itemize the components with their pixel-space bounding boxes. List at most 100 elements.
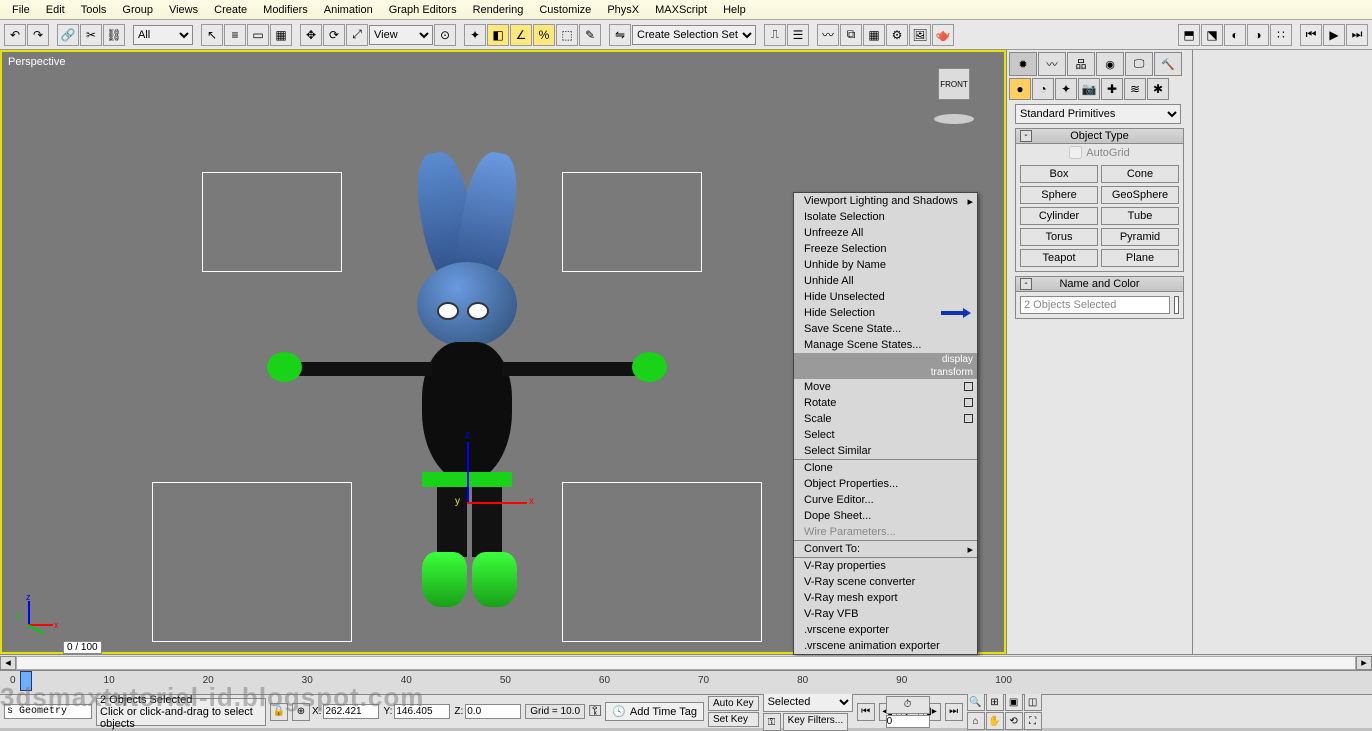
key-icon2[interactable]: ⚿ xyxy=(763,713,781,731)
link-icon[interactable]: 🔗 xyxy=(57,24,79,46)
orbit-icon[interactable]: ⟲ xyxy=(1005,712,1023,730)
menu-physx[interactable]: PhysX xyxy=(599,2,647,18)
ctx-vray-properties[interactable]: V-Ray properties xyxy=(794,558,977,574)
ctx-vray-vfb[interactable]: V-Ray VFB xyxy=(794,606,977,622)
create-category-dropdown[interactable]: Standard Primitives xyxy=(1015,104,1181,124)
menu-help[interactable]: Help xyxy=(715,2,754,18)
tab-modify[interactable]: 〰 xyxy=(1038,52,1066,76)
create-torus-button[interactable]: Torus xyxy=(1020,228,1098,246)
menu-group[interactable]: Group xyxy=(114,2,161,18)
sub-lights-icon[interactable]: ✦ xyxy=(1055,78,1077,100)
play-icon[interactable]: ▶ xyxy=(1323,24,1345,46)
ctx-hide-unselected[interactable]: Hide Unselected xyxy=(794,289,977,305)
move-icon[interactable]: ✥ xyxy=(300,24,322,46)
menu-rendering[interactable]: Rendering xyxy=(465,2,532,18)
ctx-unhide-all[interactable]: Unhide All xyxy=(794,273,977,289)
create-cone-button[interactable]: Cone xyxy=(1101,165,1179,183)
snap-toggle-icon[interactable]: ◧ xyxy=(487,24,509,46)
ctx-curve-editor[interactable]: Curve Editor... xyxy=(794,492,977,508)
create-box-button[interactable]: Box xyxy=(1020,165,1098,183)
tool2-icon[interactable]: ◑ xyxy=(1247,24,1269,46)
reactor-icon[interactable]: ⬒ xyxy=(1178,24,1200,46)
selection-filter-dropdown[interactable]: All xyxy=(133,25,193,45)
ctx-vray-mesh-export[interactable]: V-Ray mesh export xyxy=(794,590,977,606)
window-crossing-icon[interactable]: ▦ xyxy=(270,24,292,46)
spinner-snap-icon[interactable]: ⬚ xyxy=(556,24,578,46)
setkey-button[interactable]: Set Key xyxy=(708,712,759,727)
ctx-vrscene-exporter[interactable]: .vrscene exporter xyxy=(794,622,977,638)
select-name-icon[interactable]: ≡ xyxy=(224,24,246,46)
key-icon[interactable]: ⚿ xyxy=(589,703,601,721)
layers-icon[interactable]: ☰ xyxy=(787,24,809,46)
character-mesh[interactable]: xzy xyxy=(302,152,682,632)
coord-y-input[interactable] xyxy=(394,704,450,719)
menu-maxscript[interactable]: MAXScript xyxy=(647,2,715,18)
sub-helpers-icon[interactable]: ✚ xyxy=(1101,78,1123,100)
ctx-rotate[interactable]: Rotate xyxy=(794,395,977,411)
add-time-tag-button[interactable]: 🕓Add Time Tag xyxy=(605,702,704,721)
scroll-right-icon[interactable]: ▸ xyxy=(1356,656,1372,670)
material-editor-icon[interactable]: ▦ xyxy=(863,24,885,46)
key-mode-dropdown[interactable]: Selected xyxy=(763,692,853,712)
rollup-toggle[interactable]: - xyxy=(1020,278,1032,290)
goto-start-icon[interactable]: ⏮ xyxy=(857,703,875,721)
current-frame-input[interactable] xyxy=(886,715,930,728)
maximize-viewport-icon[interactable]: ⛶ xyxy=(1024,712,1042,730)
object-name-input[interactable] xyxy=(1020,296,1170,314)
rendered-frame-icon[interactable]: 🖼 xyxy=(909,24,931,46)
menu-grapheditors[interactable]: Graph Editors xyxy=(381,2,465,18)
ctx-select-similar[interactable]: Select Similar xyxy=(794,443,977,459)
mirror-icon[interactable]: ⇋ xyxy=(609,24,631,46)
create-tube-button[interactable]: Tube xyxy=(1101,207,1179,225)
maxscript-listener-input[interactable] xyxy=(4,704,92,719)
time-slider[interactable]: 01020 304050 607080 90100 xyxy=(0,670,1372,694)
viewport-perspective[interactable]: Perspective FRONT xzy z x xyxy=(0,50,1006,654)
zoom-extents-all-icon[interactable]: ◫ xyxy=(1024,693,1042,711)
menu-modifiers[interactable]: Modifiers xyxy=(255,2,316,18)
ctx-object-properties[interactable]: Object Properties... xyxy=(794,476,977,492)
keyfilters-button[interactable]: Key Filters... xyxy=(783,713,849,731)
align-icon[interactable]: ⎍ xyxy=(764,24,786,46)
sub-geometry-icon[interactable]: ● xyxy=(1009,78,1031,100)
ctx-scale[interactable]: Scale xyxy=(794,411,977,427)
coord-x-input[interactable] xyxy=(323,704,379,719)
goto-start-icon[interactable]: ⏮ xyxy=(1300,24,1322,46)
physx-icon[interactable]: ⬔ xyxy=(1201,24,1223,46)
autokey-button[interactable]: Auto Key xyxy=(708,696,759,711)
ctx-vray-scene-converter[interactable]: V-Ray scene converter xyxy=(794,574,977,590)
pan-icon[interactable]: ✋ xyxy=(986,712,1004,730)
scale-icon[interactable]: ⤢ xyxy=(346,24,368,46)
viewcube[interactable]: FRONT xyxy=(920,62,984,126)
sub-spacewarps-icon[interactable]: ≋ xyxy=(1124,78,1146,100)
create-teapot-button[interactable]: Teapot xyxy=(1020,249,1098,267)
coord-z-input[interactable] xyxy=(465,704,521,719)
ctx-unfreeze-all[interactable]: Unfreeze All xyxy=(794,225,977,241)
transform-typein-icon[interactable]: ⊕ xyxy=(292,703,310,721)
tab-motion[interactable]: ◉ xyxy=(1096,52,1124,76)
schematic-icon[interactable]: ⧉ xyxy=(840,24,862,46)
percent-snap-icon[interactable]: % xyxy=(533,24,555,46)
ctx-freeze-selection[interactable]: Freeze Selection xyxy=(794,241,977,257)
ctx-save-scene-state[interactable]: Save Scene State... xyxy=(794,321,977,337)
ctx-move[interactable]: Move xyxy=(794,379,977,395)
ctx-vrscene-anim-exporter[interactable]: .vrscene animation exporter xyxy=(794,638,977,654)
curve-editor-icon[interactable]: 〰 xyxy=(817,24,839,46)
bind-icon[interactable]: ⛓ xyxy=(103,24,125,46)
ctx-clone[interactable]: Clone xyxy=(794,460,977,476)
ctx-select[interactable]: Select xyxy=(794,427,977,443)
sub-cameras-icon[interactable]: 📷 xyxy=(1078,78,1100,100)
rollup-toggle[interactable]: - xyxy=(1020,130,1032,142)
undo-icon[interactable]: ↶ xyxy=(4,24,26,46)
tab-create[interactable]: ✹ xyxy=(1009,52,1037,76)
select-icon[interactable]: ↖ xyxy=(201,24,223,46)
angle-snap-icon[interactable]: ∠ xyxy=(510,24,532,46)
ctx-viewport-lighting[interactable]: Viewport Lighting and Shadows▸ xyxy=(794,193,977,209)
sub-shapes-icon[interactable]: ◔ xyxy=(1032,78,1054,100)
zoom-extents-icon[interactable]: ▣ xyxy=(1005,693,1023,711)
region-rect-icon[interactable]: ▭ xyxy=(247,24,269,46)
menu-animation[interactable]: Animation xyxy=(316,2,381,18)
render-icon[interactable]: 🫖 xyxy=(932,24,954,46)
timeline-scrollbar[interactable]: ◂ 0 / 100 ▸ xyxy=(0,654,1372,670)
create-geosphere-button[interactable]: GeoSphere xyxy=(1101,186,1179,204)
unlink-icon[interactable]: ✂ xyxy=(80,24,102,46)
